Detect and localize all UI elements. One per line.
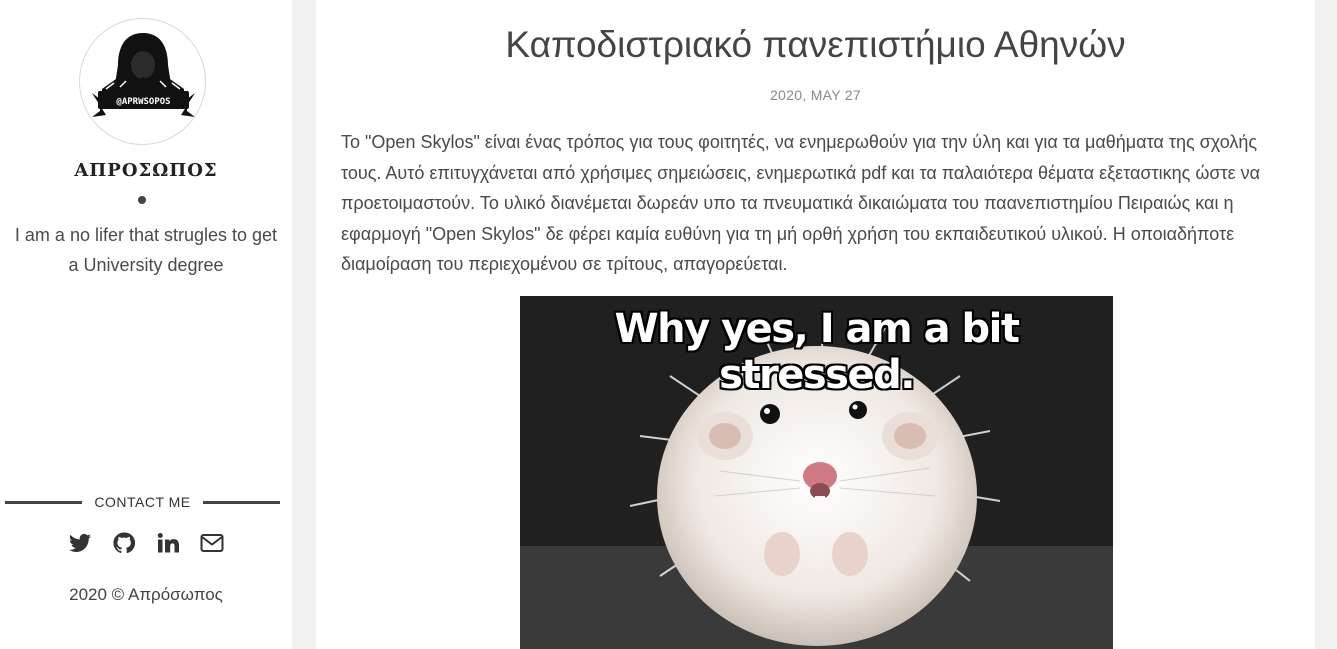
meme-caption: Why yes, I am a bit stressed.	[614, 306, 1020, 398]
contact-divider-left	[5, 500, 83, 504]
hooded-figure-logo: @APRWSOPOS	[92, 33, 195, 117]
contact-divider-right	[202, 500, 281, 504]
contact-heading: CONTACT ME	[5, 493, 281, 511]
post-title: Καποδιστριακό πανεπιστήμιο Αθηνών	[505, 24, 1126, 65]
post-body: Το "Open Skylos" είναι ένας τρόπος για τ…	[341, 132, 1261, 274]
github-icon[interactable]	[112, 531, 136, 555]
twitter-icon[interactable]	[68, 531, 92, 555]
contact-label: CONTACT ME	[94, 494, 191, 510]
separator-dot	[138, 196, 146, 204]
avatar-text: @APRWSOPOS	[116, 97, 170, 107]
post-date: 2020, MAY 27	[769, 87, 862, 103]
copyright: 2020 © Απρόσωπος	[69, 585, 223, 604]
author-bio: I am a no lifer that strugles to get a U…	[14, 225, 278, 275]
hamster-meme-image: Why yes, I am a bit stressed.	[520, 296, 1113, 649]
linkedin-icon[interactable]	[156, 531, 180, 555]
avatar[interactable]: @APRWSOPOS	[79, 18, 206, 145]
author-name[interactable]: ΑΠΡΟΣΩΠΟΣ	[0, 160, 292, 181]
social-links	[0, 531, 292, 555]
post-content: Καποδιστριακό πανεπιστήμιο Αθηνών 2020, …	[316, 0, 1315, 649]
email-icon[interactable]	[200, 531, 224, 555]
sidebar: @APRWSOPOS ΑΠΡΟΣΩΠΟΣ I am a no lifer tha…	[0, 0, 292, 649]
